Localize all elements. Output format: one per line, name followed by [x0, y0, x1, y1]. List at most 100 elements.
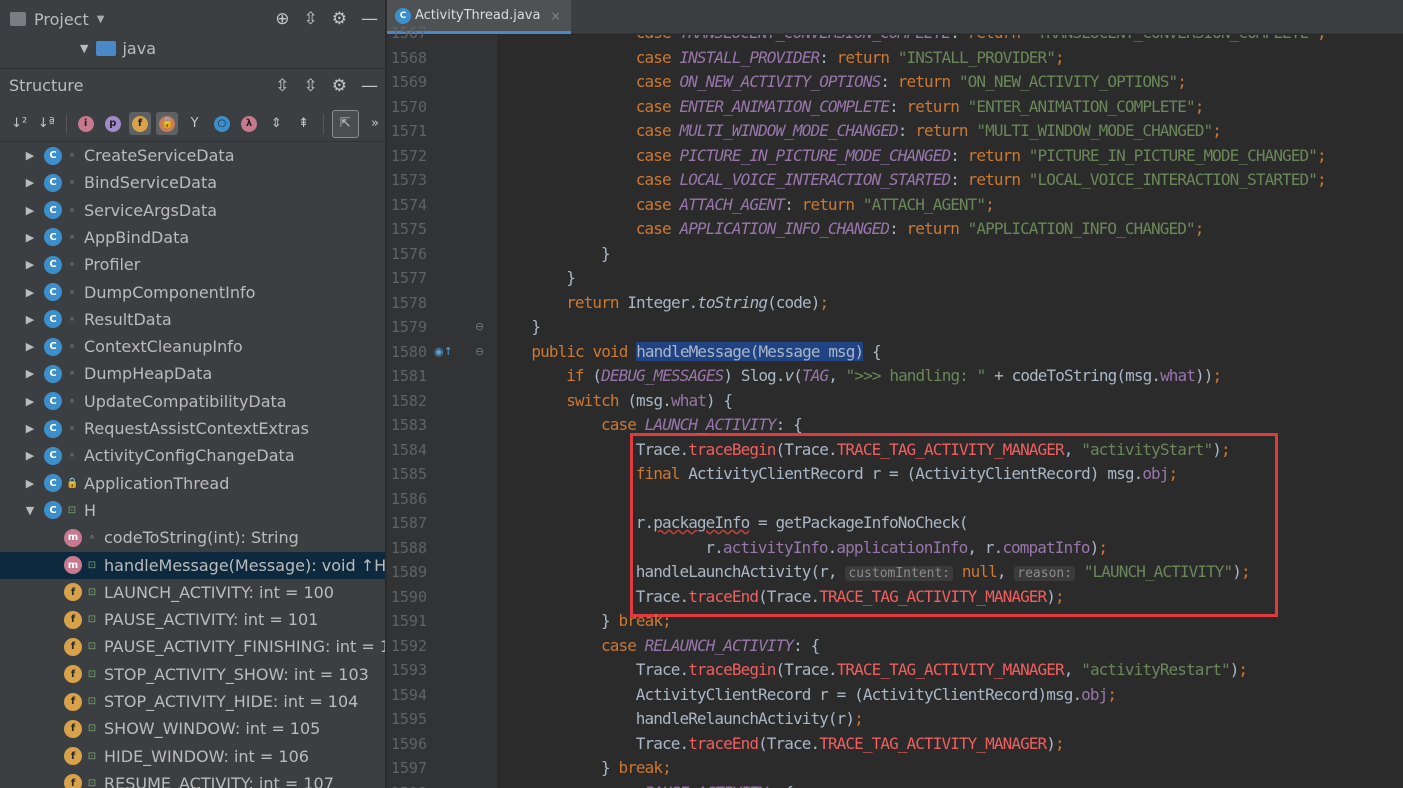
field-icon: f — [64, 583, 82, 602]
collapse-icon[interactable]: ⇳ — [304, 76, 318, 96]
sort-by-visibility-icon[interactable]: ↓² — [8, 112, 30, 135]
chevron-down-icon[interactable]: ▼ — [24, 504, 36, 517]
chevron-down-icon[interactable]: ▼ — [97, 14, 105, 25]
close-icon[interactable]: × — [550, 9, 560, 23]
hide-panel-icon[interactable]: — — [361, 76, 378, 96]
code-line: Trace.traceEnd(Trace.TRACE_TAG_ACTIVITY_… — [635, 586, 1065, 606]
code-line: case TRANSLUCENT_CONVERSION_COMPLETE: re… — [636, 35, 1327, 46]
class-icon: C — [44, 146, 62, 165]
code-line: case PICTURE_IN_PICTURE_MODE_CHANGED: re… — [635, 145, 1327, 165]
tree-item[interactable]: f ⊡ STOP_ACTIVITY_HIDE: int = 104 — [0, 688, 385, 715]
fold-marker-icon[interactable]: ⊖ — [475, 345, 484, 358]
tree-item[interactable]: f ⊡ STOP_ACTIVITY_SHOW: int = 103 — [0, 661, 385, 688]
folder-label: java — [122, 38, 156, 58]
filter-icon[interactable]: Y — [183, 112, 205, 135]
code-line: } break; — [601, 758, 672, 777]
chevron-right-icon[interactable]: ▶ — [24, 231, 36, 244]
chevron-right-icon[interactable]: ▶ — [24, 204, 36, 217]
tree-item[interactable]: ▶ C ∘ DumpComponentInfo — [0, 279, 385, 306]
expand-all-icon[interactable]: ⇕ — [265, 112, 287, 135]
tree-item[interactable]: f ⊡ PAUSE_ACTIVITY_FINISHING: int = 102 — [0, 633, 385, 660]
folder-icon — [96, 40, 117, 56]
chevron-right-icon[interactable]: ▶ — [24, 286, 36, 299]
code-editor[interactable]: case TRANSLUCENT_CONVERSION_COMPLETE: re… — [497, 35, 1403, 788]
tree-item[interactable]: f ⊡ SHOW_WINDOW: int = 105 — [0, 715, 385, 742]
code-line: final ActivityClientRecord r = (Activity… — [635, 464, 1178, 483]
visibility-dot-icon: ∘ — [88, 532, 96, 544]
locate-target-icon[interactable]: ⊕ — [275, 9, 289, 29]
gear-icon[interactable]: ⚙ — [332, 76, 347, 96]
show-lambdas-icon[interactable]: λ — [238, 112, 260, 135]
tree-item[interactable]: ▶ C ∘ CreateServiceData — [0, 142, 385, 169]
chevron-right-icon[interactable]: ▶ — [24, 367, 36, 380]
more-icon[interactable]: » — [364, 112, 385, 135]
tree-item[interactable]: f ⊡ PAUSE_ACTIVITY: int = 101 — [0, 606, 385, 633]
project-panel-header: Project ▼ ⊕ ⇳ ⚙ — — [0, 2, 385, 36]
visibility-dot-icon: ∘ — [68, 368, 76, 380]
field-icon: f — [64, 692, 82, 711]
code-line: r.activityInfo.applicationInfo, r.compat… — [705, 537, 1108, 557]
tree-item[interactable]: ▶ C ∘ DumpHeapData — [0, 360, 385, 387]
project-panel-title[interactable]: Project — [34, 10, 89, 29]
chevron-right-icon[interactable]: ▶ — [24, 149, 36, 162]
tree-item[interactable]: ▶ C ∘ RequestAssistContextExtras — [0, 415, 385, 442]
tree-item[interactable]: ▶ C ∘ BindServiceData — [0, 169, 385, 196]
class-icon: C — [44, 283, 62, 301]
lock-icon: 🔒 — [66, 477, 79, 489]
chevron-right-icon[interactable]: ▶ — [24, 258, 36, 271]
hide-panel-icon[interactable]: — — [361, 9, 378, 29]
sort-alphabetically-icon[interactable]: ↓ª — [35, 112, 57, 135]
visibility-dot-icon: ∘ — [68, 231, 76, 243]
tree-item-label: Profiler — [84, 255, 141, 275]
project-view-icon — [10, 12, 26, 26]
chevron-right-icon[interactable]: ▶ — [24, 340, 36, 353]
chevron-right-icon[interactable]: ▶ — [24, 395, 36, 408]
package-visibility-icon: ⊡ — [87, 668, 97, 680]
chevron-right-icon[interactable]: ▶ — [24, 449, 36, 462]
tree-item[interactable]: ▶ C ∘ Profiler — [0, 251, 385, 278]
tree-item-label: ActivityConfigChangeData — [84, 446, 295, 466]
code-line: } break; — [601, 611, 672, 630]
chevron-right-icon[interactable]: ▶ — [24, 477, 36, 490]
show-anonymous-icon[interactable]: ○ — [211, 112, 233, 135]
tree-item[interactable]: ▶ C 🔒 ApplicationThread — [0, 470, 385, 497]
tree-item[interactable]: ▶ C ∘ AppBindData — [0, 224, 385, 251]
show-inherited-icon[interactable]: i — [74, 112, 96, 135]
tree-item[interactable]: ▶ C ∘ UpdateCompatibilityData — [0, 388, 385, 415]
gear-icon[interactable]: ⚙ — [332, 9, 347, 29]
show-fields-icon[interactable]: f — [128, 112, 152, 135]
chevron-right-icon[interactable]: ▶ — [24, 422, 36, 435]
tree-item[interactable]: f ⊡ RESUME_ACTIVITY: int = 107 — [0, 770, 385, 788]
tree-item[interactable]: f ⊡ LAUNCH_ACTIVITY: int = 100 — [0, 579, 385, 606]
chevron-right-icon[interactable]: ▶ — [24, 176, 36, 189]
line-number: 1576 — [390, 244, 427, 263]
visibility-dot-icon: ∘ — [68, 313, 76, 325]
class-icon: C — [44, 474, 62, 493]
show-non-public-icon[interactable]: 🔒 — [156, 112, 179, 135]
tree-item-label: DumpComponentInfo — [84, 282, 256, 302]
chevron-down-icon[interactable]: ▼ — [80, 42, 88, 55]
tree-item-label: LAUNCH_ACTIVITY: int = 100 — [104, 582, 334, 602]
show-properties-icon[interactable]: p — [102, 112, 124, 135]
tree-item-label: HIDE_WINDOW: int = 106 — [104, 746, 309, 766]
fold-marker-icon[interactable]: ⊖ — [475, 320, 484, 333]
tree-item[interactable]: ▶ C ∘ ContextCleanupInfo — [0, 333, 385, 360]
tree-item[interactable]: m ⊡ handleMessage(Message): void ↑Handler — [0, 551, 385, 579]
class-icon: C — [44, 419, 62, 438]
expand-icon[interactable]: ⇳ — [275, 76, 289, 96]
autoscroll-from-source-icon[interactable]: ⇱ — [331, 109, 359, 138]
tree-item[interactable]: ▶ C ∘ ServiceArgsData — [0, 197, 385, 224]
class-icon: C — [44, 228, 62, 247]
tree-item-java[interactable]: ▼ java — [80, 36, 156, 60]
collapse-all-icon[interactable]: ⇞ — [292, 112, 314, 135]
tree-item[interactable]: ▼ C ⊡ H — [0, 497, 385, 524]
tree-item[interactable]: m ∘ codeToString(int): String — [0, 524, 385, 551]
line-number: 1584 — [390, 440, 427, 459]
tree-item[interactable]: f ⊡ HIDE_WINDOW: int = 106 — [0, 743, 385, 770]
collapse-icon[interactable]: ⇳ — [304, 9, 318, 29]
tree-item[interactable]: ▶ C ∘ ResultData — [0, 306, 385, 333]
visibility-dot-icon: ∘ — [68, 286, 76, 298]
chevron-right-icon[interactable]: ▶ — [24, 313, 36, 326]
override-marker-icon[interactable]: ◉↑ — [434, 345, 453, 358]
tree-item[interactable]: ▶ C ∘ ActivityConfigChangeData — [0, 442, 385, 469]
